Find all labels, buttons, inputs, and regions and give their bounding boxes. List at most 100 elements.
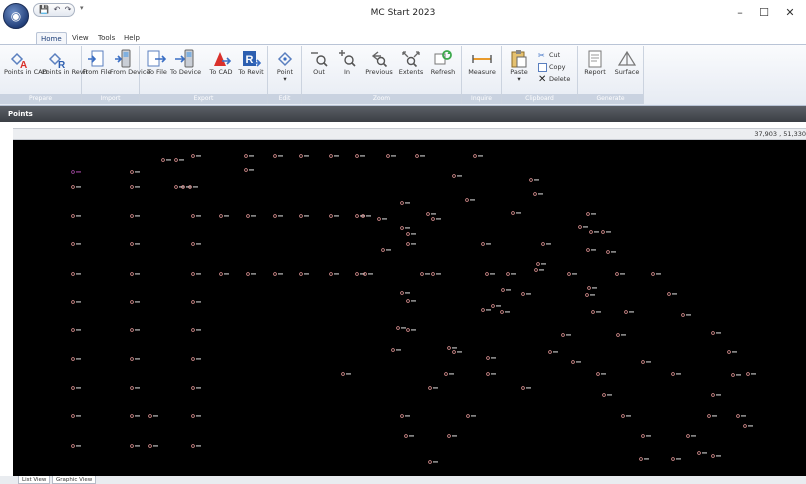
survey-point-marker[interactable] xyxy=(400,226,410,230)
survey-point-marker[interactable] xyxy=(596,372,606,376)
survey-point-marker[interactable] xyxy=(329,154,339,158)
survey-point-marker[interactable] xyxy=(491,304,501,308)
survey-point-marker[interactable] xyxy=(377,217,387,221)
survey-point-marker[interactable] xyxy=(431,217,441,221)
survey-point-marker[interactable] xyxy=(299,154,309,158)
survey-point-marker[interactable] xyxy=(71,386,81,390)
survey-point-marker[interactable] xyxy=(589,230,599,234)
survey-point-marker[interactable] xyxy=(481,242,491,246)
survey-point-marker[interactable] xyxy=(130,214,140,218)
survey-point-marker[interactable] xyxy=(616,333,626,337)
survey-point-marker[interactable] xyxy=(567,272,577,276)
survey-point-marker[interactable] xyxy=(191,444,201,448)
survey-point-marker[interactable] xyxy=(681,313,691,317)
survey-point-marker[interactable] xyxy=(486,356,496,360)
survey-point-marker[interactable] xyxy=(130,414,140,418)
survey-point-marker[interactable] xyxy=(363,272,373,276)
survey-point-marker[interactable] xyxy=(191,386,201,390)
survey-point-marker[interactable] xyxy=(148,444,158,448)
survey-point-marker[interactable] xyxy=(273,272,283,276)
survey-point-marker[interactable] xyxy=(386,154,396,158)
survey-point-marker[interactable] xyxy=(400,291,410,295)
survey-point-marker[interactable] xyxy=(191,242,201,246)
measure-button[interactable]: Measure xyxy=(467,48,497,92)
survey-point-marker[interactable] xyxy=(420,272,430,276)
import-from-device-button[interactable]: From Device xyxy=(110,48,150,92)
survey-point-marker[interactable] xyxy=(406,299,416,303)
survey-point-marker[interactable] xyxy=(578,225,588,229)
survey-point-marker[interactable] xyxy=(501,288,511,292)
export-to-device-button[interactable]: To Device xyxy=(170,48,201,92)
survey-point-marker[interactable] xyxy=(400,201,410,205)
survey-point-marker[interactable] xyxy=(697,451,707,455)
survey-point-marker[interactable] xyxy=(571,360,581,364)
survey-point-marker[interactable] xyxy=(191,154,201,158)
survey-point-marker[interactable] xyxy=(71,444,81,448)
survey-point-marker[interactable] xyxy=(602,393,612,397)
survey-point-marker[interactable] xyxy=(191,357,201,361)
survey-point-marker[interactable] xyxy=(465,198,475,202)
surface-button[interactable]: Surface xyxy=(612,48,642,92)
survey-point-marker[interactable] xyxy=(406,232,416,236)
tab-tools[interactable]: Tools xyxy=(94,32,119,44)
copy-button[interactable]: Copy xyxy=(538,62,566,73)
survey-point-marker[interactable] xyxy=(641,434,651,438)
survey-point-marker[interactable] xyxy=(415,154,425,158)
survey-point-marker[interactable] xyxy=(130,300,140,304)
point-plot[interactable] xyxy=(13,140,806,476)
survey-point-marker[interactable] xyxy=(71,170,81,174)
survey-point-marker[interactable] xyxy=(533,192,543,196)
survey-point-marker[interactable] xyxy=(641,360,651,364)
survey-point-marker[interactable] xyxy=(191,214,201,218)
survey-point-marker[interactable] xyxy=(536,262,546,266)
survey-point-marker[interactable] xyxy=(711,331,721,335)
survey-point-marker[interactable] xyxy=(606,250,616,254)
survey-point-marker[interactable] xyxy=(299,214,309,218)
survey-point-marker[interactable] xyxy=(191,300,201,304)
survey-point-marker[interactable] xyxy=(731,373,741,377)
graphic-view-canvas[interactable] xyxy=(13,140,806,476)
survey-point-marker[interactable] xyxy=(191,328,201,332)
survey-point-marker[interactable] xyxy=(601,230,611,234)
survey-point-marker[interactable] xyxy=(591,310,601,314)
survey-point-marker[interactable] xyxy=(219,272,229,276)
report-button[interactable]: Report xyxy=(580,48,610,92)
paste-dropdown-arrow[interactable]: ▾ xyxy=(504,76,534,83)
zoom-out-button[interactable]: Out xyxy=(304,48,334,92)
survey-point-marker[interactable] xyxy=(391,348,401,352)
survey-point-marker[interactable] xyxy=(130,272,140,276)
survey-point-marker[interactable] xyxy=(191,414,201,418)
zoom-extents-button[interactable]: Extents xyxy=(396,48,426,92)
survey-point-marker[interactable] xyxy=(521,292,531,296)
survey-point-marker[interactable] xyxy=(341,372,351,376)
survey-point-marker[interactable] xyxy=(219,214,229,218)
survey-point-marker[interactable] xyxy=(481,308,491,312)
survey-point-marker[interactable] xyxy=(299,272,309,276)
survey-point-marker[interactable] xyxy=(529,178,539,182)
point-dropdown-arrow[interactable]: ▾ xyxy=(270,76,300,83)
survey-point-marker[interactable] xyxy=(485,272,495,276)
survey-point-marker[interactable] xyxy=(130,170,140,174)
import-from-file-button[interactable]: From File xyxy=(82,48,112,92)
zoom-previous-button[interactable]: Previous xyxy=(364,48,394,92)
survey-point-marker[interactable] xyxy=(707,414,717,418)
survey-point-marker[interactable] xyxy=(400,414,410,418)
survey-point-marker[interactable] xyxy=(273,214,283,218)
survey-point-marker[interactable] xyxy=(586,212,596,216)
survey-point-marker[interactable] xyxy=(329,214,339,218)
maximize-button[interactable]: ☐ xyxy=(752,5,776,21)
survey-point-marker[interactable] xyxy=(671,457,681,461)
survey-point-marker[interactable] xyxy=(711,393,721,397)
survey-point-marker[interactable] xyxy=(246,272,256,276)
survey-point-marker[interactable] xyxy=(667,292,677,296)
survey-point-marker[interactable] xyxy=(244,154,254,158)
zoom-in-button[interactable]: In xyxy=(332,48,362,92)
survey-point-marker[interactable] xyxy=(541,242,551,246)
close-button[interactable]: ✕ xyxy=(778,5,802,21)
survey-point-marker[interactable] xyxy=(428,386,438,390)
survey-point-marker[interactable] xyxy=(426,212,436,216)
minimize-button[interactable]: – xyxy=(728,5,752,21)
tab-help[interactable]: Help xyxy=(120,32,144,44)
survey-point-marker[interactable] xyxy=(71,272,81,276)
survey-point-marker[interactable] xyxy=(381,248,391,252)
